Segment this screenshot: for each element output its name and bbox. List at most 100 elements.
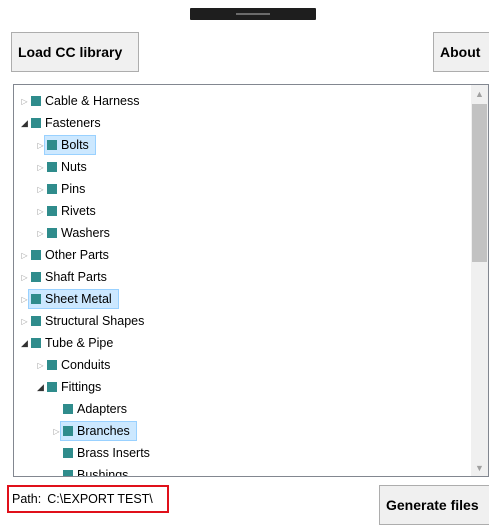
tree-item-label: Washers [61,226,110,240]
tree-item-node[interactable]: Fittings [47,379,104,395]
folder-square-icon [31,316,41,326]
path-value: C:\EXPORT TEST\ [47,492,153,506]
about-button[interactable]: About [433,32,489,72]
tree-item-label: Nuts [61,160,87,174]
expand-arrow-icon[interactable]: ▷ [36,227,45,239]
expand-arrow-icon[interactable]: ▷ [20,249,29,261]
tree-item[interactable]: ◢ Fittings [36,376,104,398]
expand-arrow-icon[interactable]: ▷ [36,161,45,173]
tree-item-label: Pins [61,182,86,196]
load-cc-library-button[interactable]: Load CC library [11,32,139,72]
expand-arrow-icon[interactable]: ▷ [20,271,29,283]
folder-square-icon [63,448,73,458]
expand-arrow-icon[interactable]: ▷ [20,95,29,107]
tree-item-node[interactable]: Conduits [47,357,113,373]
tree-content: ▷ Cable & Harness ◢ Fasteners ▷ Bolts ▷ Nuts ▷ Pi… [14,85,471,476]
tree-item-label: Tube & Pipe [45,336,114,350]
generate-files-button[interactable]: Generate files [379,485,489,525]
path-label: Path: [12,492,42,506]
tree-item[interactable]: ▷ Other Parts [20,244,112,266]
collapse-arrow-icon[interactable]: ◢ [20,337,29,349]
vertical-scrollbar[interactable]: ▲ ▼ [471,85,488,476]
tree-item[interactable]: ▷ Conduits [36,354,113,376]
collapse-arrow-icon[interactable]: ◢ [36,381,45,393]
tree-item-node[interactable]: Other Parts [31,247,112,263]
tree-item-node[interactable]: Bolts [44,135,96,155]
tree-item-node[interactable]: Structural Shapes [31,313,147,329]
folder-square-icon [31,118,41,128]
tree-item-label: Fasteners [45,116,101,130]
tree-item-node[interactable]: Adapters [63,401,130,417]
folder-square-icon [47,162,57,172]
drag-handle-line [236,13,270,15]
scroll-up-arrow-icon[interactable]: ▲ [471,85,488,102]
category-tree[interactable]: ▷ Cable & Harness ◢ Fasteners ▷ Bolts ▷ Nuts ▷ Pi… [13,84,489,477]
folder-square-icon [63,426,73,436]
folder-square-icon [31,272,41,282]
expand-arrow-icon[interactable]: ▷ [36,183,45,195]
tree-item-label: Sheet Metal [45,292,112,306]
tree-item[interactable]: ▷ Pins [36,178,88,200]
tree-item[interactable]: ▷ Rivets [36,200,99,222]
window-drag-handle[interactable] [190,8,316,20]
tree-item-node[interactable]: Brass Inserts [63,445,153,461]
expand-arrow-icon[interactable]: ▷ [20,315,29,327]
tree-item[interactable]: Adapters [52,398,130,420]
tree-item[interactable]: ▷ Washers [36,222,113,244]
tree-item-node[interactable]: Sheet Metal [28,289,119,309]
tree-item[interactable]: ◢ Tube & Pipe [20,332,116,354]
tree-item[interactable]: ▷ Nuts [36,156,90,178]
tree-item-node[interactable]: Branches [60,421,137,441]
tree-item-node[interactable]: Washers [47,225,113,241]
tree-item[interactable]: ▷ Structural Shapes [20,310,147,332]
export-path-display: Path: C:\EXPORT TEST\ [7,485,169,513]
tree-item-node[interactable]: Fasteners [31,115,104,131]
tree-item-node[interactable]: Rivets [47,203,99,219]
tree-item-label: Cable & Harness [45,94,140,108]
tree-item-label: Rivets [61,204,96,218]
tree-item[interactable]: ▷ Bolts [36,134,96,156]
tree-item[interactable]: Bushings [52,464,131,477]
folder-square-icon [31,338,41,348]
folder-square-icon [31,96,41,106]
tree-item-label: Branches [77,424,130,438]
tree-item-label: Conduits [61,358,111,372]
tree-item[interactable]: ◢ Fasteners [20,112,104,134]
folder-square-icon [47,140,57,150]
tree-item-node[interactable]: Nuts [47,159,90,175]
folder-square-icon [47,360,57,370]
tree-item[interactable]: ▷ Branches [52,420,137,442]
expand-arrow-icon[interactable]: ▷ [36,205,45,217]
tree-item-label: Adapters [77,402,128,416]
expand-arrow-icon[interactable]: ▷ [36,359,45,371]
tree-item[interactable]: ▷ Shaft Parts [20,266,110,288]
folder-square-icon [47,228,57,238]
tree-item[interactable]: ▷ Cable & Harness [20,90,143,112]
scroll-down-arrow-icon[interactable]: ▼ [471,459,488,476]
tree-item-label: Other Parts [45,248,109,262]
tree-item-node[interactable]: Cable & Harness [31,93,143,109]
folder-square-icon [31,250,41,260]
folder-square-icon [63,470,73,476]
tree-item-label: Bushings [77,468,129,477]
tree-item-node[interactable]: Tube & Pipe [31,335,116,351]
tree-item-label: Brass Inserts [77,446,150,460]
tree-item-label: Bolts [61,138,89,152]
scrollbar-thumb[interactable] [472,104,487,262]
tree-item-node[interactable]: Bushings [63,467,131,477]
tree-item-node[interactable]: Shaft Parts [31,269,110,285]
collapse-arrow-icon[interactable]: ◢ [20,117,29,129]
tree-item[interactable]: ▷ Sheet Metal [20,288,119,310]
folder-square-icon [47,206,57,216]
tree-item-node[interactable]: Pins [47,181,88,197]
tree-item-label: Fittings [61,380,102,394]
tree-item-label: Structural Shapes [45,314,145,328]
folder-square-icon [63,404,73,414]
folder-square-icon [47,382,57,392]
tree-item[interactable]: Brass Inserts [52,442,153,464]
folder-square-icon [47,184,57,194]
folder-square-icon [31,294,41,304]
